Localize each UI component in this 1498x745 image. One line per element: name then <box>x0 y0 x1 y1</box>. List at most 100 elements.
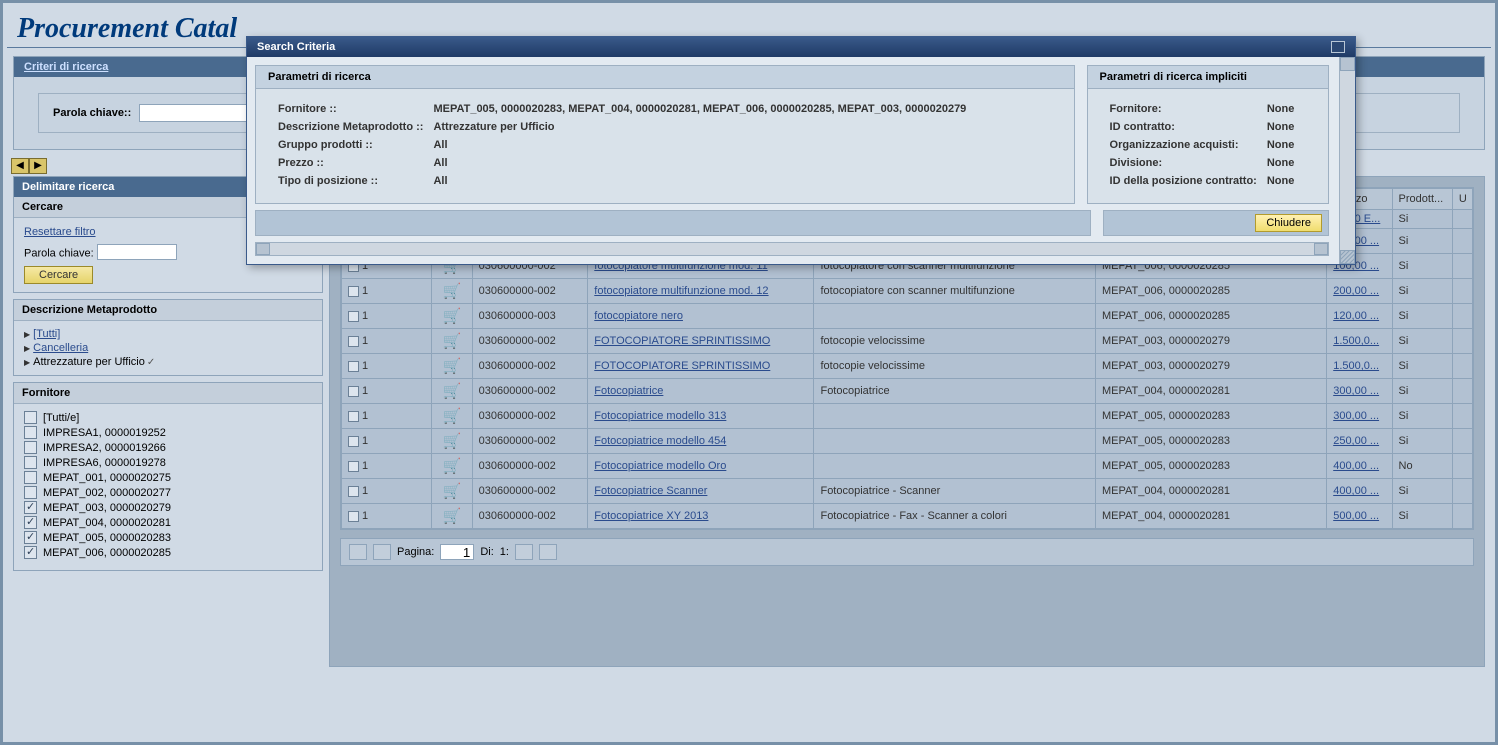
desc-link[interactable]: Fotocopiatrice Scanner <box>594 485 707 497</box>
table-row: 1🛒030600000-002Fotocopiatrice modello Or… <box>342 454 1473 479</box>
col-u[interactable]: U <box>1452 189 1472 210</box>
price-link[interactable]: 500,00 ... <box>1333 510 1379 522</box>
pager-last[interactable] <box>539 544 557 560</box>
row-checkbox[interactable] <box>348 311 359 322</box>
cart-icon[interactable]: 🛒 <box>443 508 462 525</box>
modal-vscroll[interactable] <box>1339 57 1355 264</box>
price-link[interactable]: 1.500,0... <box>1333 360 1379 372</box>
table-row: 1🛒030600000-002Fotocopiatrice ScannerFot… <box>342 479 1473 504</box>
desc-link[interactable]: fotocopiatore nero <box>594 310 683 322</box>
nav-next-icon[interactable]: ▶ <box>29 158 47 174</box>
criteri-link[interactable]: Criteri di ricerca <box>24 61 108 73</box>
row-checkbox[interactable] <box>348 286 359 297</box>
search-button[interactable]: Cercare <box>24 266 93 284</box>
top-prod: Si <box>1392 210 1452 229</box>
supplier-item[interactable]: IMPRESA1, 0000019252 <box>24 425 312 440</box>
cart-icon[interactable]: 🛒 <box>443 358 462 375</box>
row-checkbox[interactable] <box>348 386 359 397</box>
tree-attrezzature[interactable]: Attrezzature per Ufficio <box>33 356 145 368</box>
supplier-label: IMPRESA2, 0000019266 <box>43 442 166 454</box>
desc-link[interactable]: Fotocopiatrice modello 313 <box>594 410 726 422</box>
cart-icon[interactable]: 🛒 <box>443 383 462 400</box>
cart-icon[interactable]: 🛒 <box>443 458 462 475</box>
supplier-item[interactable]: [Tutti/e] <box>24 410 312 425</box>
desc-link[interactable]: fotocopiatore multifunzione mod. 12 <box>594 285 768 297</box>
price-link[interactable]: 300,00 ... <box>1333 385 1379 397</box>
desc-link[interactable]: Fotocopiatrice modello 454 <box>594 435 726 447</box>
resize-handle-icon[interactable] <box>1341 250 1355 264</box>
hscroll-left-icon[interactable] <box>256 243 270 255</box>
price-link[interactable]: 250,00 ... <box>1333 435 1379 447</box>
desc-link[interactable]: Fotocopiatrice <box>594 385 663 397</box>
price-link[interactable]: 120,00 ... <box>1333 310 1379 322</box>
short-cell <box>814 304 1095 329</box>
implicit-val: None <box>1263 155 1299 171</box>
supplier-item[interactable]: MEPAT_001, 0000020275 <box>24 470 312 485</box>
checkbox-icon[interactable] <box>24 426 37 439</box>
checkbox-icon[interactable] <box>24 516 37 529</box>
desc-link[interactable]: FOTOCOPIATORE SPRINTISSIMO <box>594 360 770 372</box>
checkbox-icon[interactable] <box>24 501 37 514</box>
prod-cell: Si <box>1392 429 1452 454</box>
checkbox-icon[interactable] <box>24 546 37 559</box>
close-button[interactable]: Chiudere <box>1255 214 1322 232</box>
checkbox-icon[interactable] <box>24 531 37 544</box>
row-checkbox[interactable] <box>348 336 359 347</box>
row-checkbox[interactable] <box>348 461 359 472</box>
checkbox-icon[interactable] <box>24 486 37 499</box>
modal-hscroll[interactable] <box>255 242 1329 256</box>
row-checkbox[interactable] <box>348 486 359 497</box>
checkbox-icon[interactable] <box>24 411 37 424</box>
scroll-up-icon[interactable] <box>1340 57 1355 71</box>
col-prodott[interactable]: Prodott... <box>1392 189 1452 210</box>
row-checkbox[interactable] <box>348 511 359 522</box>
supplier-item[interactable]: IMPRESA6, 0000019278 <box>24 455 312 470</box>
supplier-item[interactable]: MEPAT_005, 0000020283 <box>24 530 312 545</box>
tree-all[interactable]: [Tutti] <box>33 328 60 340</box>
pager-next[interactable] <box>515 544 533 560</box>
price-link[interactable]: 400,00 ... <box>1333 485 1379 497</box>
checkbox-icon[interactable] <box>24 441 37 454</box>
pager-input[interactable] <box>440 544 474 560</box>
reset-filter-link[interactable]: Resettare filtro <box>24 226 96 238</box>
price-link[interactable]: 1.500,0... <box>1333 335 1379 347</box>
desc-link[interactable]: FOTOCOPIATORE SPRINTISSIMO <box>594 335 770 347</box>
desc-link[interactable]: Fotocopiatrice XY 2013 <box>594 510 708 522</box>
desc-link[interactable]: Fotocopiatrice modello Oro <box>594 460 726 472</box>
keyword2-input[interactable] <box>97 244 177 260</box>
row-checkbox[interactable] <box>348 436 359 447</box>
price-link[interactable]: 300,00 ... <box>1333 410 1379 422</box>
prod-cell: Si <box>1392 304 1452 329</box>
tree-cancelleria[interactable]: Cancelleria <box>33 342 88 354</box>
pager-first[interactable] <box>349 544 367 560</box>
supplier-label: MEPAT_002, 0000020277 <box>43 487 171 499</box>
supplier-item[interactable]: MEPAT_006, 0000020285 <box>24 545 312 560</box>
cart-icon[interactable]: 🛒 <box>443 483 462 500</box>
supplier-item[interactable]: MEPAT_004, 0000020281 <box>24 515 312 530</box>
checkbox-icon[interactable] <box>24 471 37 484</box>
checkbox-icon[interactable] <box>24 456 37 469</box>
cart-icon[interactable]: 🛒 <box>443 333 462 350</box>
nav-prev-icon[interactable]: ◀ <box>11 158 29 174</box>
prod-cell: Si <box>1392 279 1452 304</box>
table-row: 1🛒030600000-002FOTOCOPIATORE SPRINTISSIM… <box>342 329 1473 354</box>
row-checkbox[interactable] <box>348 411 359 422</box>
supplier-item[interactable]: MEPAT_002, 0000020277 <box>24 485 312 500</box>
cart-icon[interactable]: 🛒 <box>443 408 462 425</box>
prod-cell: Si <box>1392 504 1452 529</box>
maximize-icon[interactable] <box>1331 41 1345 53</box>
hscroll-right-icon[interactable] <box>1314 243 1328 255</box>
code-cell: 030600000-002 <box>472 279 588 304</box>
supplier-item[interactable]: IMPRESA2, 0000019266 <box>24 440 312 455</box>
row-checkbox[interactable] <box>348 361 359 372</box>
cart-icon[interactable]: 🛒 <box>443 283 462 300</box>
price-link[interactable]: 200,00 ... <box>1333 285 1379 297</box>
supplier-item[interactable]: MEPAT_003, 0000020279 <box>24 500 312 515</box>
cart-icon[interactable]: 🛒 <box>443 433 462 450</box>
pager-prev[interactable] <box>373 544 391 560</box>
code-cell: 030600000-002 <box>472 504 588 529</box>
cart-icon[interactable]: 🛒 <box>443 308 462 325</box>
price-link[interactable]: 400,00 ... <box>1333 460 1379 472</box>
supplier-cell: MEPAT_003, 0000020279 <box>1095 354 1326 379</box>
supplier-label: MEPAT_005, 0000020283 <box>43 532 171 544</box>
